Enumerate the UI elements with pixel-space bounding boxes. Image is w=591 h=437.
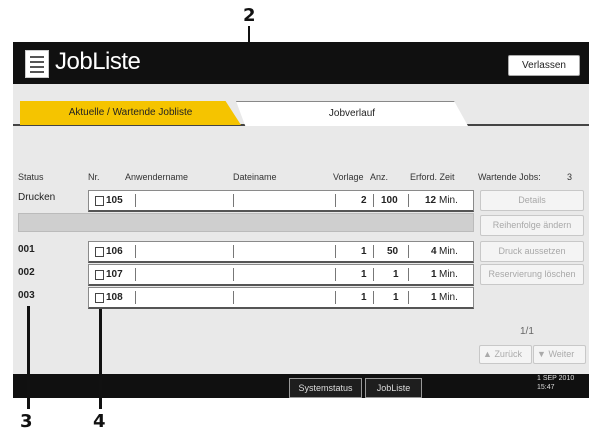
job-list-button[interactable]: JobListe [365, 378, 422, 398]
queue-status: 002 [18, 267, 35, 278]
waiting-jobs-count: 3 [567, 172, 573, 182]
divider [373, 245, 374, 258]
queue-status: 001 [18, 244, 35, 255]
document-icon [95, 270, 104, 280]
col-nr: Nr. [88, 172, 100, 182]
job-nr: 107 [106, 269, 123, 280]
divider [135, 245, 136, 258]
job-qty: 1 [393, 292, 399, 303]
next-page-button[interactable]: ▼ Weiter [533, 345, 586, 364]
previous-label: Zurück [494, 349, 522, 359]
divider [335, 194, 336, 207]
job-time: 12 [425, 195, 437, 206]
job-pages: 1 [361, 292, 367, 303]
callout-4-leader [99, 309, 102, 409]
divider [135, 194, 136, 207]
job-qty: 100 [381, 195, 398, 206]
col-file: Dateiname [233, 172, 277, 182]
job-pages: 1 [361, 246, 367, 257]
change-order-button[interactable]: Reihenfolge ändern [480, 215, 584, 236]
divider [233, 245, 234, 258]
divider [135, 268, 136, 281]
clock-time: 15:47 [537, 384, 555, 391]
job-list-icon [25, 50, 49, 78]
job-pages: 1 [361, 269, 367, 280]
job-time-unit: Min. [439, 195, 458, 206]
divider [135, 291, 136, 304]
tab-current-waiting-jobs[interactable]: Aktuelle / Wartende Jobliste [20, 101, 241, 125]
col-qty: Anz. [370, 172, 389, 182]
callout-3: 3 [20, 411, 33, 432]
divider [233, 268, 234, 281]
divider [233, 194, 234, 207]
triangle-up-icon: ▲ [483, 349, 492, 359]
job-time: 4 [431, 246, 437, 257]
queue-separator-bar [18, 213, 474, 232]
triangle-down-icon: ▼ [537, 349, 546, 359]
divider [373, 291, 374, 304]
details-button[interactable]: Details [480, 190, 584, 211]
job-nr: 105 [106, 195, 123, 206]
callout-4: 4 [93, 411, 106, 432]
tab-job-history[interactable]: Jobverlauf [236, 101, 468, 126]
table-row[interactable]: 108 1 1 1 Min. [88, 287, 474, 309]
job-time-unit: Min. [439, 246, 458, 257]
clock-display: 1 SEP 2010 15:47 [537, 374, 574, 392]
table-row[interactable]: 107 1 1 1 Min. [88, 264, 474, 286]
delete-reservation-button[interactable]: Reservierung löschen [480, 264, 584, 285]
next-label: Weiter [548, 349, 575, 359]
system-status-button[interactable]: Systemstatus [289, 378, 362, 398]
callout-2: 2 [243, 5, 256, 26]
divider [408, 291, 409, 304]
divider [335, 291, 336, 304]
divider [373, 268, 374, 281]
page-indicator: 1/1 [520, 326, 534, 337]
window-title: JobListe [55, 48, 141, 75]
col-user: Anwendername [125, 172, 189, 182]
document-icon [95, 293, 104, 303]
printing-status: Drucken [18, 192, 56, 203]
divider [335, 268, 336, 281]
document-icon [95, 196, 104, 206]
divider [373, 194, 374, 207]
divider [408, 268, 409, 281]
job-pages: 2 [361, 195, 367, 206]
col-status: Status [18, 172, 44, 182]
table-row-printing[interactable]: 105 2 100 12 Min. [88, 190, 474, 212]
table-row[interactable]: 106 1 50 4 Min. [88, 241, 474, 263]
col-pages: Vorlage [333, 172, 364, 182]
document-icon [95, 247, 104, 257]
job-qty: 50 [387, 246, 399, 257]
col-time: Erford. Zeit [410, 172, 455, 182]
previous-page-button[interactable]: ▲ Zurück [479, 345, 532, 364]
job-time: 1 [431, 292, 437, 303]
job-qty: 1 [393, 269, 399, 280]
divider [408, 194, 409, 207]
job-time: 1 [431, 269, 437, 280]
divider [335, 245, 336, 258]
suspend-printing-button[interactable]: Druck aussetzen [480, 241, 584, 262]
queue-status: 003 [18, 290, 35, 301]
waiting-jobs-label: Wartende Jobs: [478, 172, 541, 182]
job-time-unit: Min. [439, 269, 458, 280]
divider [408, 245, 409, 258]
exit-button[interactable]: Verlassen [508, 55, 580, 76]
callout-3-leader [27, 306, 30, 409]
divider [233, 291, 234, 304]
job-nr: 108 [106, 292, 123, 303]
clock-date: 1 SEP 2010 [537, 375, 575, 382]
job-time-unit: Min. [439, 292, 458, 303]
job-nr: 106 [106, 246, 123, 257]
